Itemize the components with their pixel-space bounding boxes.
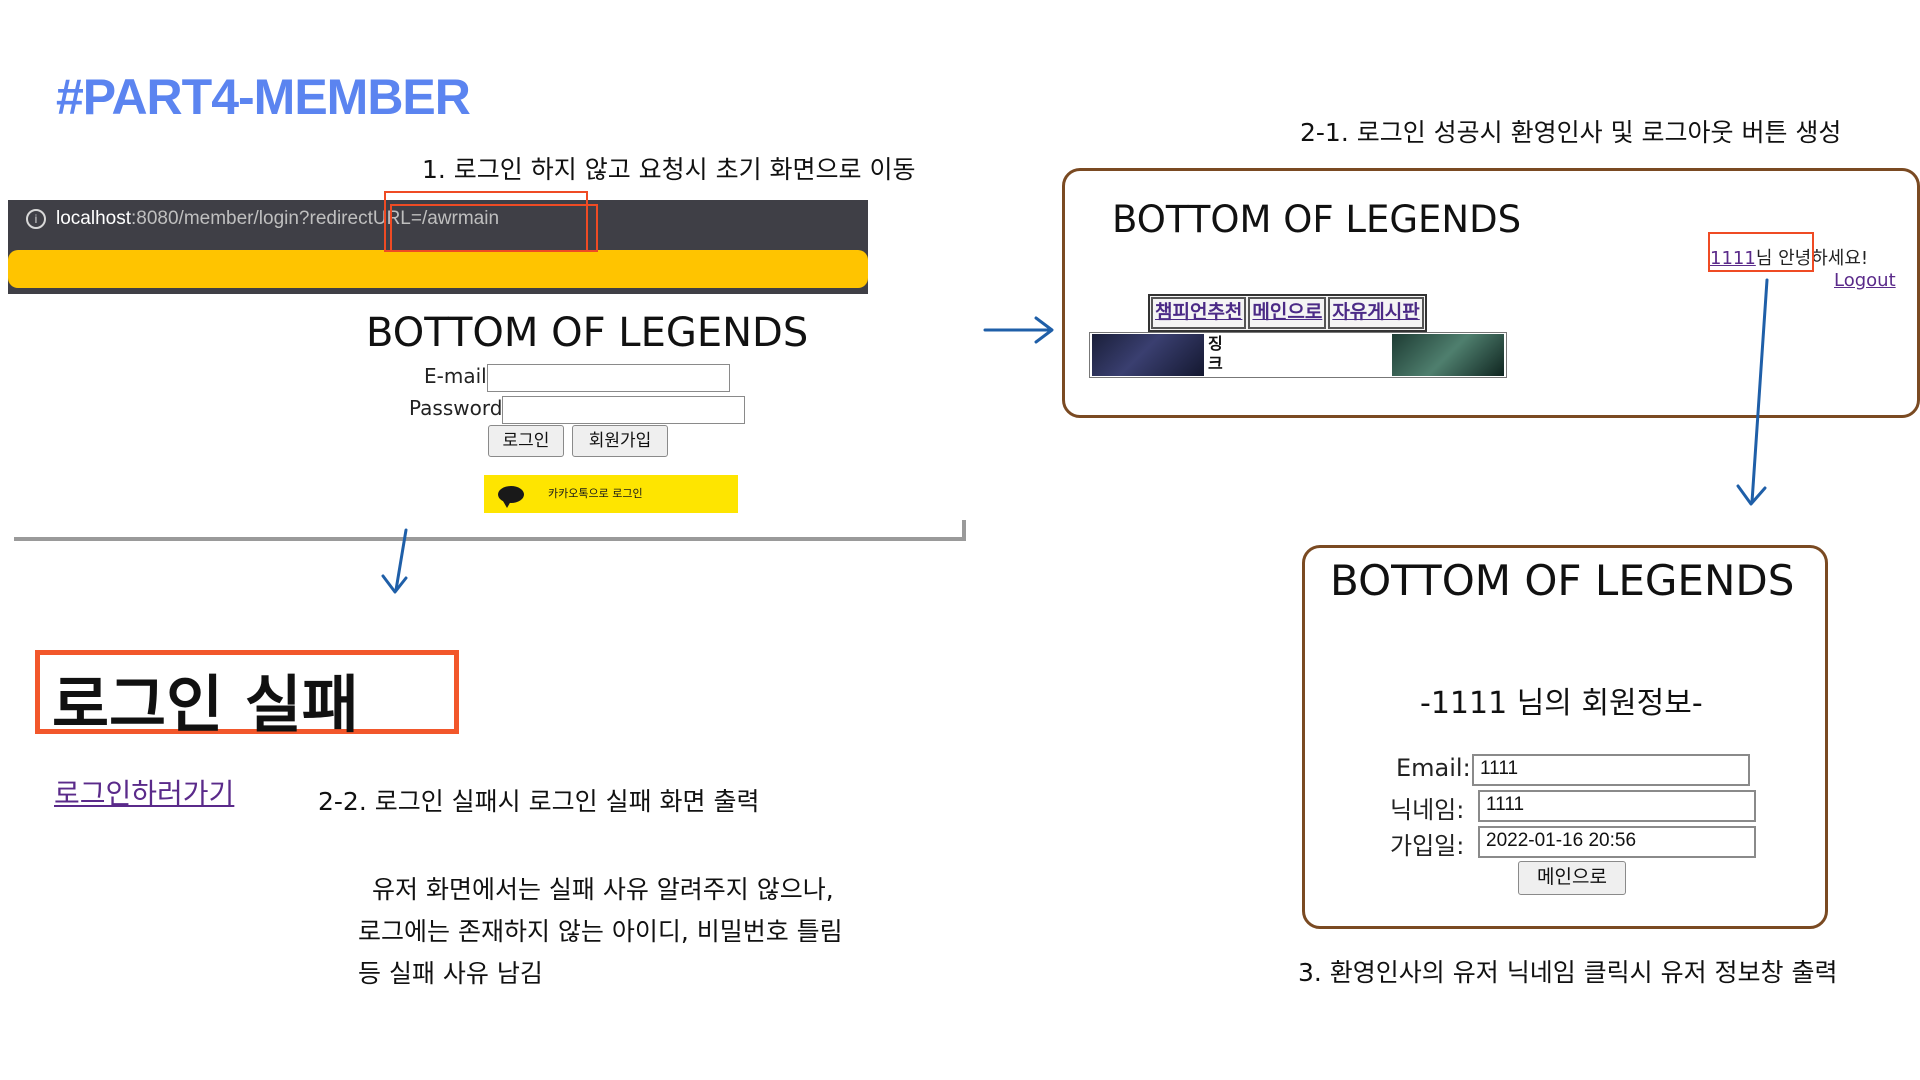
flow-arrows [381,278,1769,594]
arrow-down-left-head-icon [381,574,408,594]
arrow-down-right-icon [1750,278,1769,504]
